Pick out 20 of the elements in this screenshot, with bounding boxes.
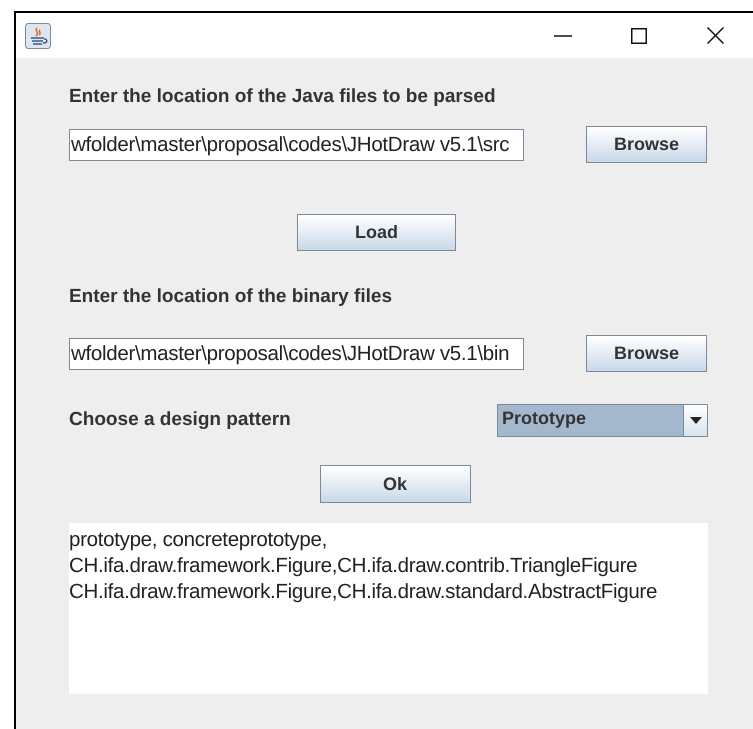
dropdown-value: Prototype [501,407,588,430]
pattern-dropdown[interactable]: Prototype [497,404,708,437]
output-line: CH.ifa.draw.framework.Figure,CH.ifa.draw.standard.AbstractFigure [69,579,658,605]
minimize-icon[interactable] [554,34,572,36]
java-cup-icon [25,22,51,48]
output-line: prototype, concreteprototype, [69,527,327,553]
field-label: Choose a design pattern [69,408,291,432]
close-icon[interactable] [706,27,724,44]
maximize-icon[interactable] [631,28,647,44]
dropdown-arrow-icon [690,417,702,424]
ok-button[interactable]: Ok [320,465,470,503]
load-button[interactable]: Load [297,214,456,251]
browse-button[interactable]: Browse [586,335,707,372]
path-field[interactable]: wfolder\master\proposal\codes\JHotDraw v5.1\bin [69,338,524,370]
field-label: Enter the location of the binary files [69,287,392,307]
output-line: CH.ifa.draw.framework.Figure,CH.ifa.draw.contrib.TriangleFigure [69,553,638,579]
browse-button[interactable]: Browse [586,126,707,163]
field-label: Enter the location of the Java files to be parsed [69,87,496,107]
path-field[interactable]: wfolder\master\proposal\codes\JHotDraw v5.1\src [69,128,524,160]
output-text-area[interactable]: prototype, concreteprototype, CH.ifa.draw.framework.Figure,CH.ifa.draw.contrib.TriangleFigure CH.ifa.draw.framework.Figure,CH.ifa.draw.standard.AbstractFigure [69,523,708,694]
